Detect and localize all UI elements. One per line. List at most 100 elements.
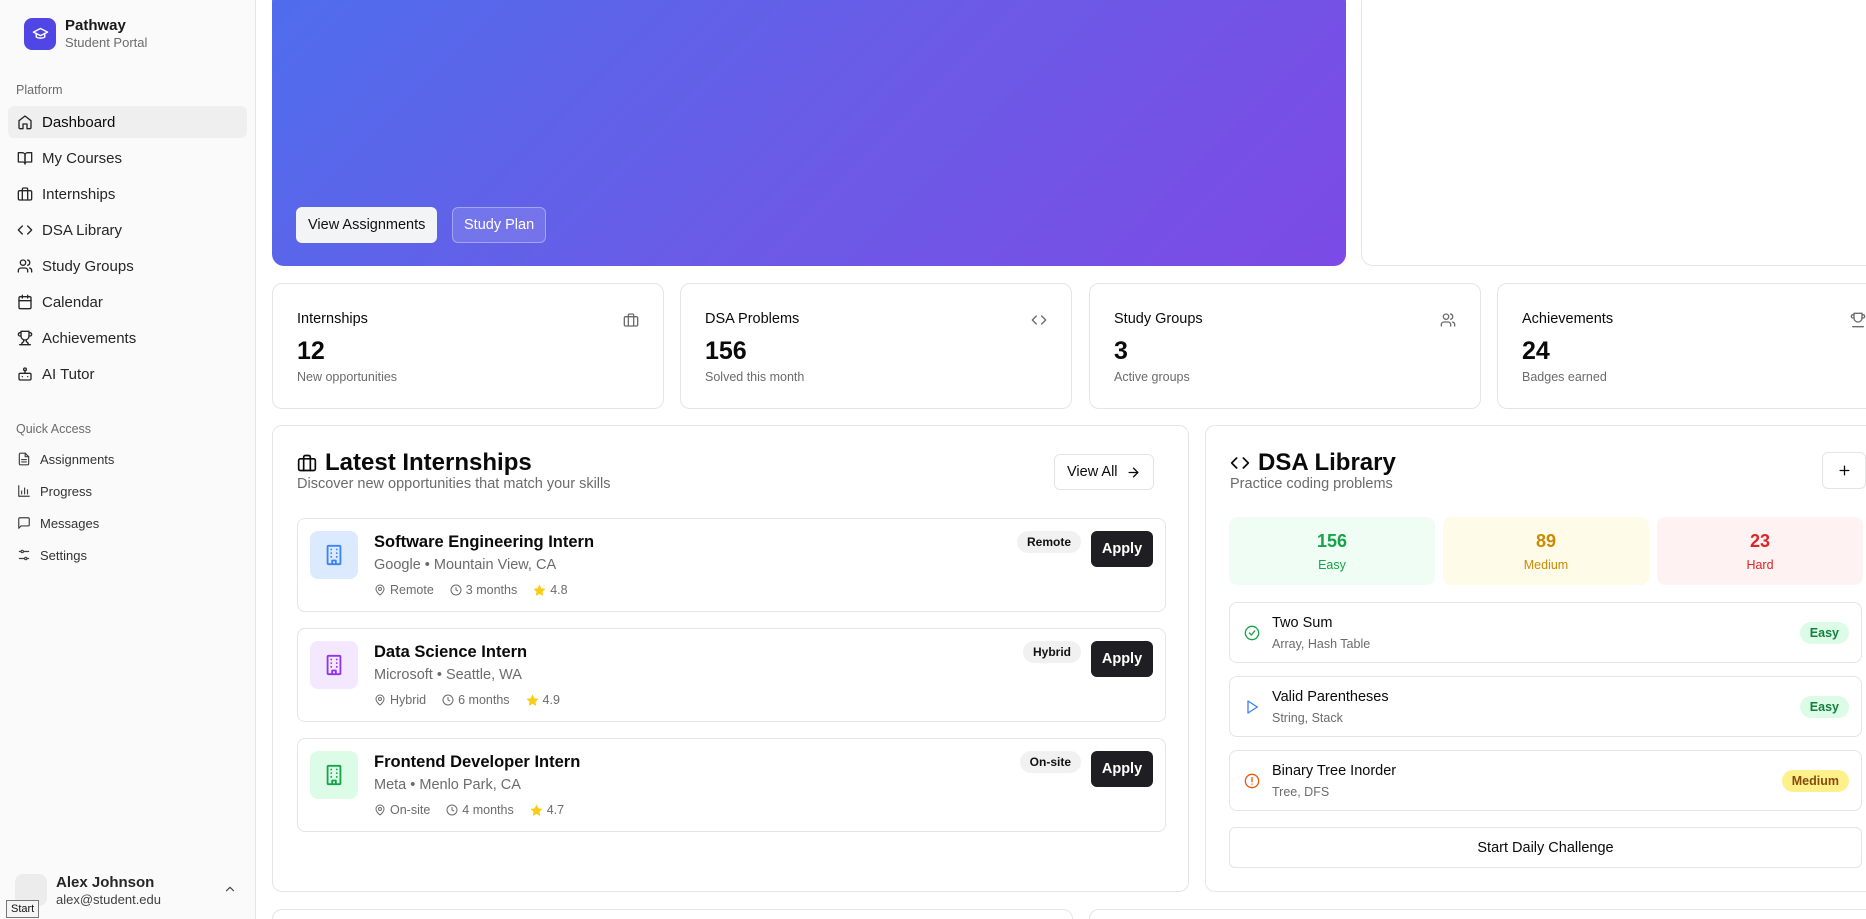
sidebar-item-label: Achievements (42, 329, 137, 347)
stat-value: 3 (1114, 337, 1128, 365)
home-icon (18, 115, 32, 130)
briefcase-icon (17, 187, 33, 201)
problem-item[interactable]: Binary Tree Inorder Tree, DFS Medium (1229, 750, 1862, 811)
panel-title-text: DSA Library (1258, 449, 1396, 476)
sidebar-item-label: AI Tutor (42, 365, 95, 383)
view-assignments-button[interactable]: View Assignments (296, 207, 438, 243)
arrow-right-icon (1128, 467, 1139, 477)
internships-panel-subtitle: Discover new opportunities that match yo… (297, 476, 611, 492)
map-pin-icon (375, 694, 385, 706)
medium-count: 89 (1535, 531, 1557, 551)
panel-title-text: Latest Internships (325, 449, 532, 476)
trophy-icon (1850, 312, 1866, 328)
dsa-panel-title: DSA Library (1230, 449, 1396, 477)
work-mode-badge: On-site (1019, 751, 1081, 773)
trophy-icon (17, 330, 33, 346)
apply-button[interactable]: Apply (1091, 751, 1153, 787)
internship-company: Microsoft • Seattle, WA (374, 667, 522, 683)
internship-rating: 4.8 (550, 583, 568, 597)
medium-count-card: 89 Medium (1443, 517, 1649, 585)
internships-panel: Latest Internships Discover new opportun… (272, 425, 1189, 892)
stat-value: 12 (297, 337, 325, 365)
message-icon (18, 517, 30, 529)
study-plan-button[interactable]: Study Plan (452, 207, 547, 243)
internship-title: Frontend Developer Intern (374, 753, 581, 771)
users-icon (1440, 313, 1456, 327)
internship-company: Google • Mountain View, CA (374, 557, 557, 573)
problem-item[interactable]: Two Sum Array, Hash Table Easy (1229, 602, 1862, 663)
plus-icon (1839, 465, 1849, 476)
internship-duration: 4 months (462, 803, 514, 817)
apply-button[interactable]: Apply (1091, 531, 1153, 567)
apply-button[interactable]: Apply (1091, 641, 1153, 677)
sidebar-item-label: Calendar (42, 293, 103, 311)
stat-value: 156 (705, 337, 747, 365)
alert-circle-icon (1244, 773, 1260, 789)
brand-subtitle: Student Portal (65, 35, 148, 50)
sidebar-item-study-groups[interactable]: Study Groups (8, 250, 247, 282)
user-email: alex@student.edu (56, 891, 161, 907)
sidebar-item-label: DSA Library (42, 221, 123, 239)
easy-count: 156 (1316, 531, 1348, 551)
quick-item-settings[interactable]: Settings (8, 539, 247, 571)
stat-card-study-groups: Study Groups 3 Active groups (1089, 283, 1481, 409)
sidebar-item-label: Dashboard (42, 113, 116, 131)
internship-meta: On-site 4 months 4.7 (374, 803, 564, 817)
sidebar-item-internships[interactable]: Internships (8, 178, 247, 210)
work-mode-badge: Hybrid (1022, 641, 1081, 663)
sidebar-item-achievements[interactable]: Achievements (8, 322, 247, 354)
problem-title: Valid Parentheses (1272, 689, 1389, 705)
internship-card[interactable]: Data Science Intern Microsoft • Seattle,… (297, 628, 1166, 722)
briefcase-icon (623, 313, 639, 327)
bottom-card-left (272, 909, 1073, 919)
stat-subtitle: New opportunities (297, 370, 398, 384)
problem-item[interactable]: Valid Parentheses String, Stack Easy (1229, 676, 1862, 737)
sidebar-item-ai-tutor[interactable]: AI Tutor (8, 358, 247, 390)
quick-item-assignments[interactable]: Assignments (8, 443, 247, 475)
stat-subtitle: Solved this month (705, 370, 805, 384)
view-all-button[interactable]: View All (1054, 454, 1154, 490)
chart-icon (18, 485, 30, 497)
stat-title: Study Groups (1114, 311, 1203, 327)
problem-tags: Array, Hash Table (1272, 637, 1371, 651)
graduation-cap-icon (24, 17, 56, 50)
difficulty-badge: Easy (1799, 622, 1849, 644)
internship-location: Hybrid (390, 693, 427, 707)
stat-value: 24 (1522, 337, 1550, 365)
building-icon (310, 751, 358, 799)
easy-label: Easy (1318, 558, 1346, 572)
internship-title: Software Engineering Intern (374, 533, 595, 551)
brand-name: Pathway (65, 17, 126, 34)
sidebar-item-my-courses[interactable]: My Courses (8, 142, 247, 174)
easy-count-card: 156 Easy (1229, 517, 1435, 585)
sidebar-item-label: Internships (42, 185, 116, 203)
sidebar-item-dsa-library[interactable]: DSA Library (8, 214, 247, 246)
internship-duration: 6 months (458, 693, 510, 707)
user-menu[interactable]: Alex Johnson alex@student.edu (15, 868, 245, 912)
quick-item-progress[interactable]: Progress (8, 475, 247, 507)
start-daily-challenge-button[interactable]: Start Daily Challenge (1229, 827, 1862, 868)
quick-item-messages[interactable]: Messages (8, 507, 247, 539)
play-icon (1247, 700, 1258, 714)
sidebar-item-dashboard[interactable]: Dashboard (8, 106, 247, 138)
hard-label: Hard (1746, 558, 1774, 572)
platform-nav: Dashboard My Courses Internships DSA Lib… (8, 106, 247, 394)
sidebar-item-calendar[interactable]: Calendar (8, 286, 247, 318)
internship-rating: 4.7 (546, 803, 565, 817)
stat-title: Achievements (1522, 311, 1614, 327)
view-all-label: View All (1067, 464, 1118, 480)
internship-card[interactable]: Software Engineering Intern Google • Mou… (297, 518, 1166, 612)
code-icon (1230, 457, 1250, 469)
check-circle-icon (1244, 625, 1260, 641)
hero-side-card (1361, 0, 1866, 266)
sidebar-item-label: Study Groups (42, 257, 134, 275)
work-mode-badge: Remote (1016, 531, 1081, 553)
quick-item-label: Settings (40, 547, 87, 563)
internship-card[interactable]: Frontend Developer Intern Meta • Menlo P… (297, 738, 1166, 832)
stat-subtitle: Badges earned (1522, 370, 1607, 384)
add-problem-button[interactable] (1822, 452, 1866, 489)
dsa-panel-subtitle: Practice coding problems (1230, 476, 1393, 492)
stat-card-dsa-problems: DSA Problems 156 Solved this month (680, 283, 1072, 409)
quick-item-label: Progress (40, 483, 93, 499)
brand[interactable]: Pathway Student Portal (24, 17, 147, 50)
